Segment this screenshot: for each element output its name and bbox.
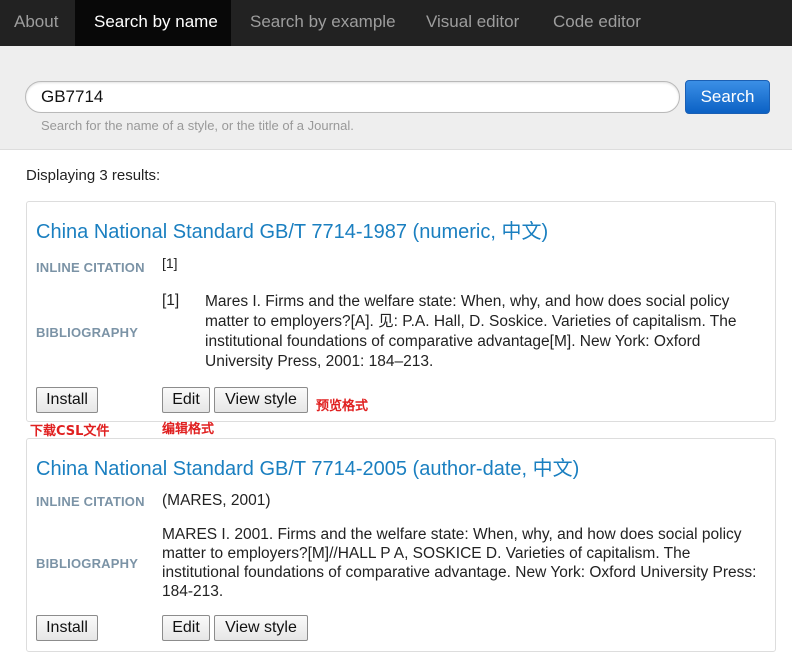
install-button[interactable]: Install [36, 387, 98, 413]
search-button[interactable]: Search [685, 80, 770, 114]
result-title-link[interactable]: China National Standard GB/T 7714-2005 (… [36, 452, 579, 481]
search-input[interactable] [25, 81, 680, 113]
bibliography-label: BIBLIOGRAPHY [36, 325, 139, 340]
tab-code-editor[interactable]: Code editor [535, 0, 660, 46]
result-title-link[interactable]: China National Standard GB/T 7714-1987 (… [36, 215, 548, 244]
tab-visual-editor[interactable]: Visual editor [408, 0, 535, 46]
top-navbar: About Search by name Search by example V… [0, 0, 792, 46]
bibliography-number: [1] [162, 292, 180, 309]
view-style-button[interactable]: View style [214, 615, 308, 641]
result-card: China National Standard GB/T 7714-2005 (… [26, 438, 776, 652]
install-button[interactable]: Install [36, 615, 98, 641]
tab-search-by-name[interactable]: Search by name [75, 0, 231, 46]
inline-citation-label: INLINE CITATION [36, 494, 145, 509]
inline-citation-text: (MARES, 2001) [162, 492, 271, 509]
inline-citation-text: [1] [162, 255, 178, 271]
results-count: Displaying 3 results: [26, 167, 161, 184]
inline-citation-label: INLINE CITATION [36, 260, 145, 275]
bibliography-text: MARES I. 2001. Firms and the welfare sta… [162, 526, 757, 600]
edit-button[interactable]: Edit [162, 387, 210, 413]
annotation-preview-style: 预览格式 [316, 399, 369, 414]
view-style-button[interactable]: View style [214, 387, 308, 413]
tab-about[interactable]: About [0, 0, 75, 46]
edit-button[interactable]: Edit [162, 615, 210, 641]
annotation-edit-style: 编辑格式 [162, 422, 215, 437]
bibliography-label: BIBLIOGRAPHY [36, 556, 139, 571]
tab-search-by-example[interactable]: Search by example [231, 0, 408, 46]
result-card: China National Standard GB/T 7714-1987 (… [26, 201, 776, 422]
bibliography-text: Mares I. Firms and the welfare state: Wh… [205, 293, 737, 370]
search-panel: Search Search for the name of a style, o… [0, 46, 792, 150]
annotation-download-csl: 下载CSL文件 [30, 424, 110, 439]
search-hint: Search for the name of a style, or the t… [41, 118, 354, 133]
